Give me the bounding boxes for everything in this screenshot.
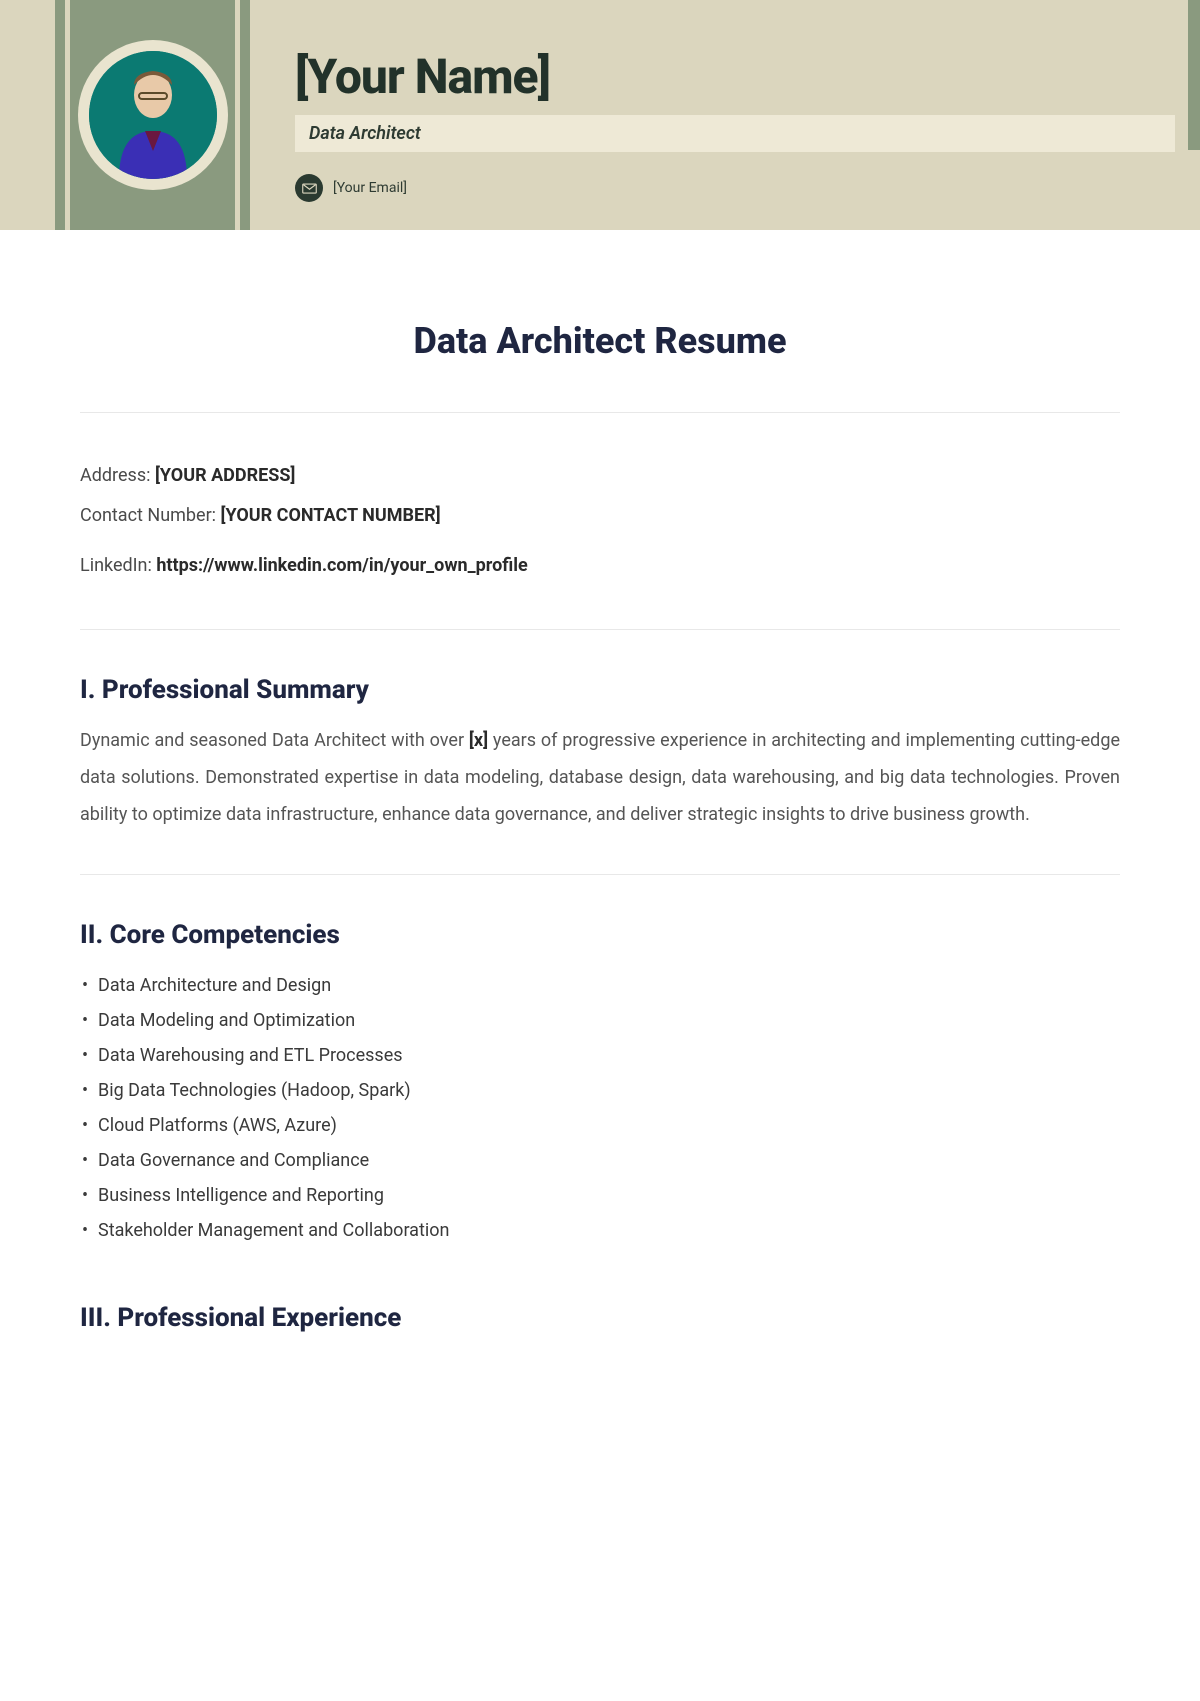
divider (80, 412, 1120, 413)
avatar-placeholder-icon (89, 51, 217, 179)
address-label: Address: (80, 465, 155, 486)
name-heading: [Your Name] (295, 48, 1170, 105)
phone-value: [YOUR CONTACT NUMBER] (221, 505, 441, 526)
avatar-ring (78, 40, 228, 190)
experience-title: III. Professional Experience (80, 1303, 1120, 1333)
header-band: [Your Name] Data Architect [Your Email] (0, 0, 1200, 230)
email-row: [Your Email] (295, 174, 1170, 202)
list-item: Data Governance and Compliance (80, 1143, 1120, 1178)
email-icon (295, 174, 323, 202)
summary-years: [x] (469, 730, 488, 751)
list-item: Business Intelligence and Reporting (80, 1178, 1120, 1213)
email-text: [Your Email] (333, 180, 407, 196)
right-edge-accent (1188, 0, 1200, 150)
role-bar: Data Architect (295, 115, 1175, 152)
list-item: Cloud Platforms (AWS, Azure) (80, 1108, 1120, 1143)
header-text: [Your Name] Data Architect [Your Email] (295, 48, 1170, 202)
document-title: Data Architect Resume (80, 320, 1120, 362)
list-item: Data Modeling and Optimization (80, 1003, 1120, 1038)
content: Data Architect Resume Address: [YOUR ADD… (0, 230, 1200, 1391)
competencies-list: Data Architecture and Design Data Modeli… (80, 968, 1120, 1249)
list-item: Data Warehousing and ETL Processes (80, 1038, 1120, 1073)
contact-phone: Contact Number: [YOUR CONTACT NUMBER] (80, 498, 1120, 534)
linkedin-label: LinkedIn: (80, 555, 156, 576)
divider (80, 629, 1120, 630)
avatar (89, 51, 217, 179)
phone-label: Contact Number: (80, 505, 221, 526)
competencies-title: II. Core Competencies (80, 920, 1120, 950)
contact-linkedin: LinkedIn: https://www.linkedin.com/in/yo… (80, 548, 1120, 584)
linkedin-value: https://www.linkedin.com/in/your_own_pro… (156, 555, 527, 576)
list-item: Big Data Technologies (Hadoop, Spark) (80, 1073, 1120, 1108)
summary-pre: Dynamic and seasoned Data Architect with… (80, 730, 469, 751)
list-item: Data Architecture and Design (80, 968, 1120, 1003)
summary-text: Dynamic and seasoned Data Architect with… (80, 723, 1120, 834)
contact-block: Address: [YOUR ADDRESS] Contact Number: … (80, 458, 1120, 584)
contact-address: Address: [YOUR ADDRESS] (80, 458, 1120, 494)
summary-title: I. Professional Summary (80, 675, 1120, 705)
list-item: Stakeholder Management and Collaboration (80, 1213, 1120, 1248)
divider (80, 874, 1120, 875)
address-value: [YOUR ADDRESS] (155, 465, 295, 486)
